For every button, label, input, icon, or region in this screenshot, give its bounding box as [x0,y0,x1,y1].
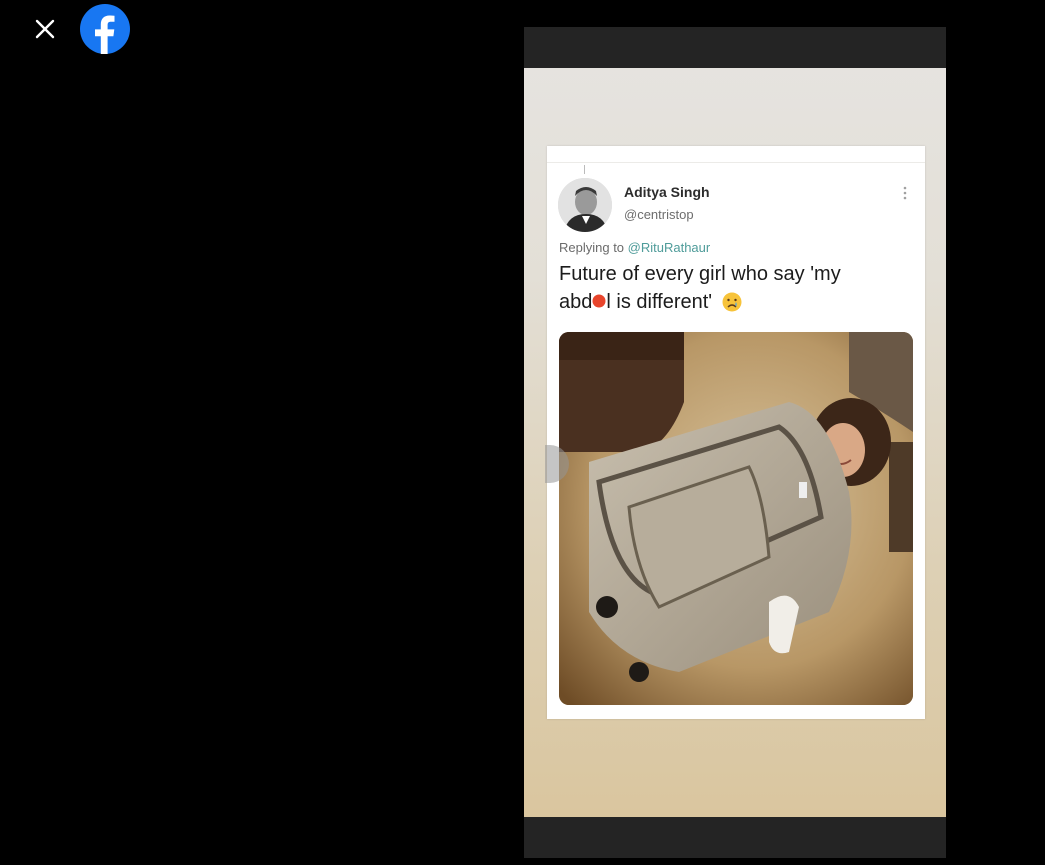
story-bottom-bar [524,817,946,858]
tweet-text-line2-a: abd [559,291,593,313]
author-handle[interactable]: @centristop [624,207,694,222]
reply-prefix: Replying to [559,240,628,255]
thread-line [584,165,585,174]
tweet-text-line1: Future of every girl who say 'my [559,263,841,285]
tweet-card: Aditya Singh @centristop Replying to @Ri… [547,146,925,719]
crying-face-icon [722,292,742,312]
story-top-bar [524,27,946,68]
reply-line: Replying to @RituRathaur [559,240,710,255]
vertical-dots-icon[interactable] [901,184,909,202]
author-name[interactable]: Aditya Singh [624,184,710,200]
tweet-text: Future of every girl who say 'my abd l is… [559,260,909,316]
story-viewer: Aditya Singh @centristop Replying to @Ri… [0,0,1045,865]
close-button[interactable] [27,11,63,47]
tweet-text-line2-b: l is different' [606,291,713,313]
close-icon[interactable] [27,11,63,47]
avatar [558,178,612,232]
redaction-dot-icon [592,294,606,308]
divider [547,162,925,163]
story-frame[interactable]: Aditya Singh @centristop Replying to @Ri… [524,27,946,858]
facebook-logo-icon[interactable] [80,4,130,54]
reply-target-link[interactable]: @RituRathaur [628,240,711,255]
tweet-photo[interactable] [559,332,913,705]
